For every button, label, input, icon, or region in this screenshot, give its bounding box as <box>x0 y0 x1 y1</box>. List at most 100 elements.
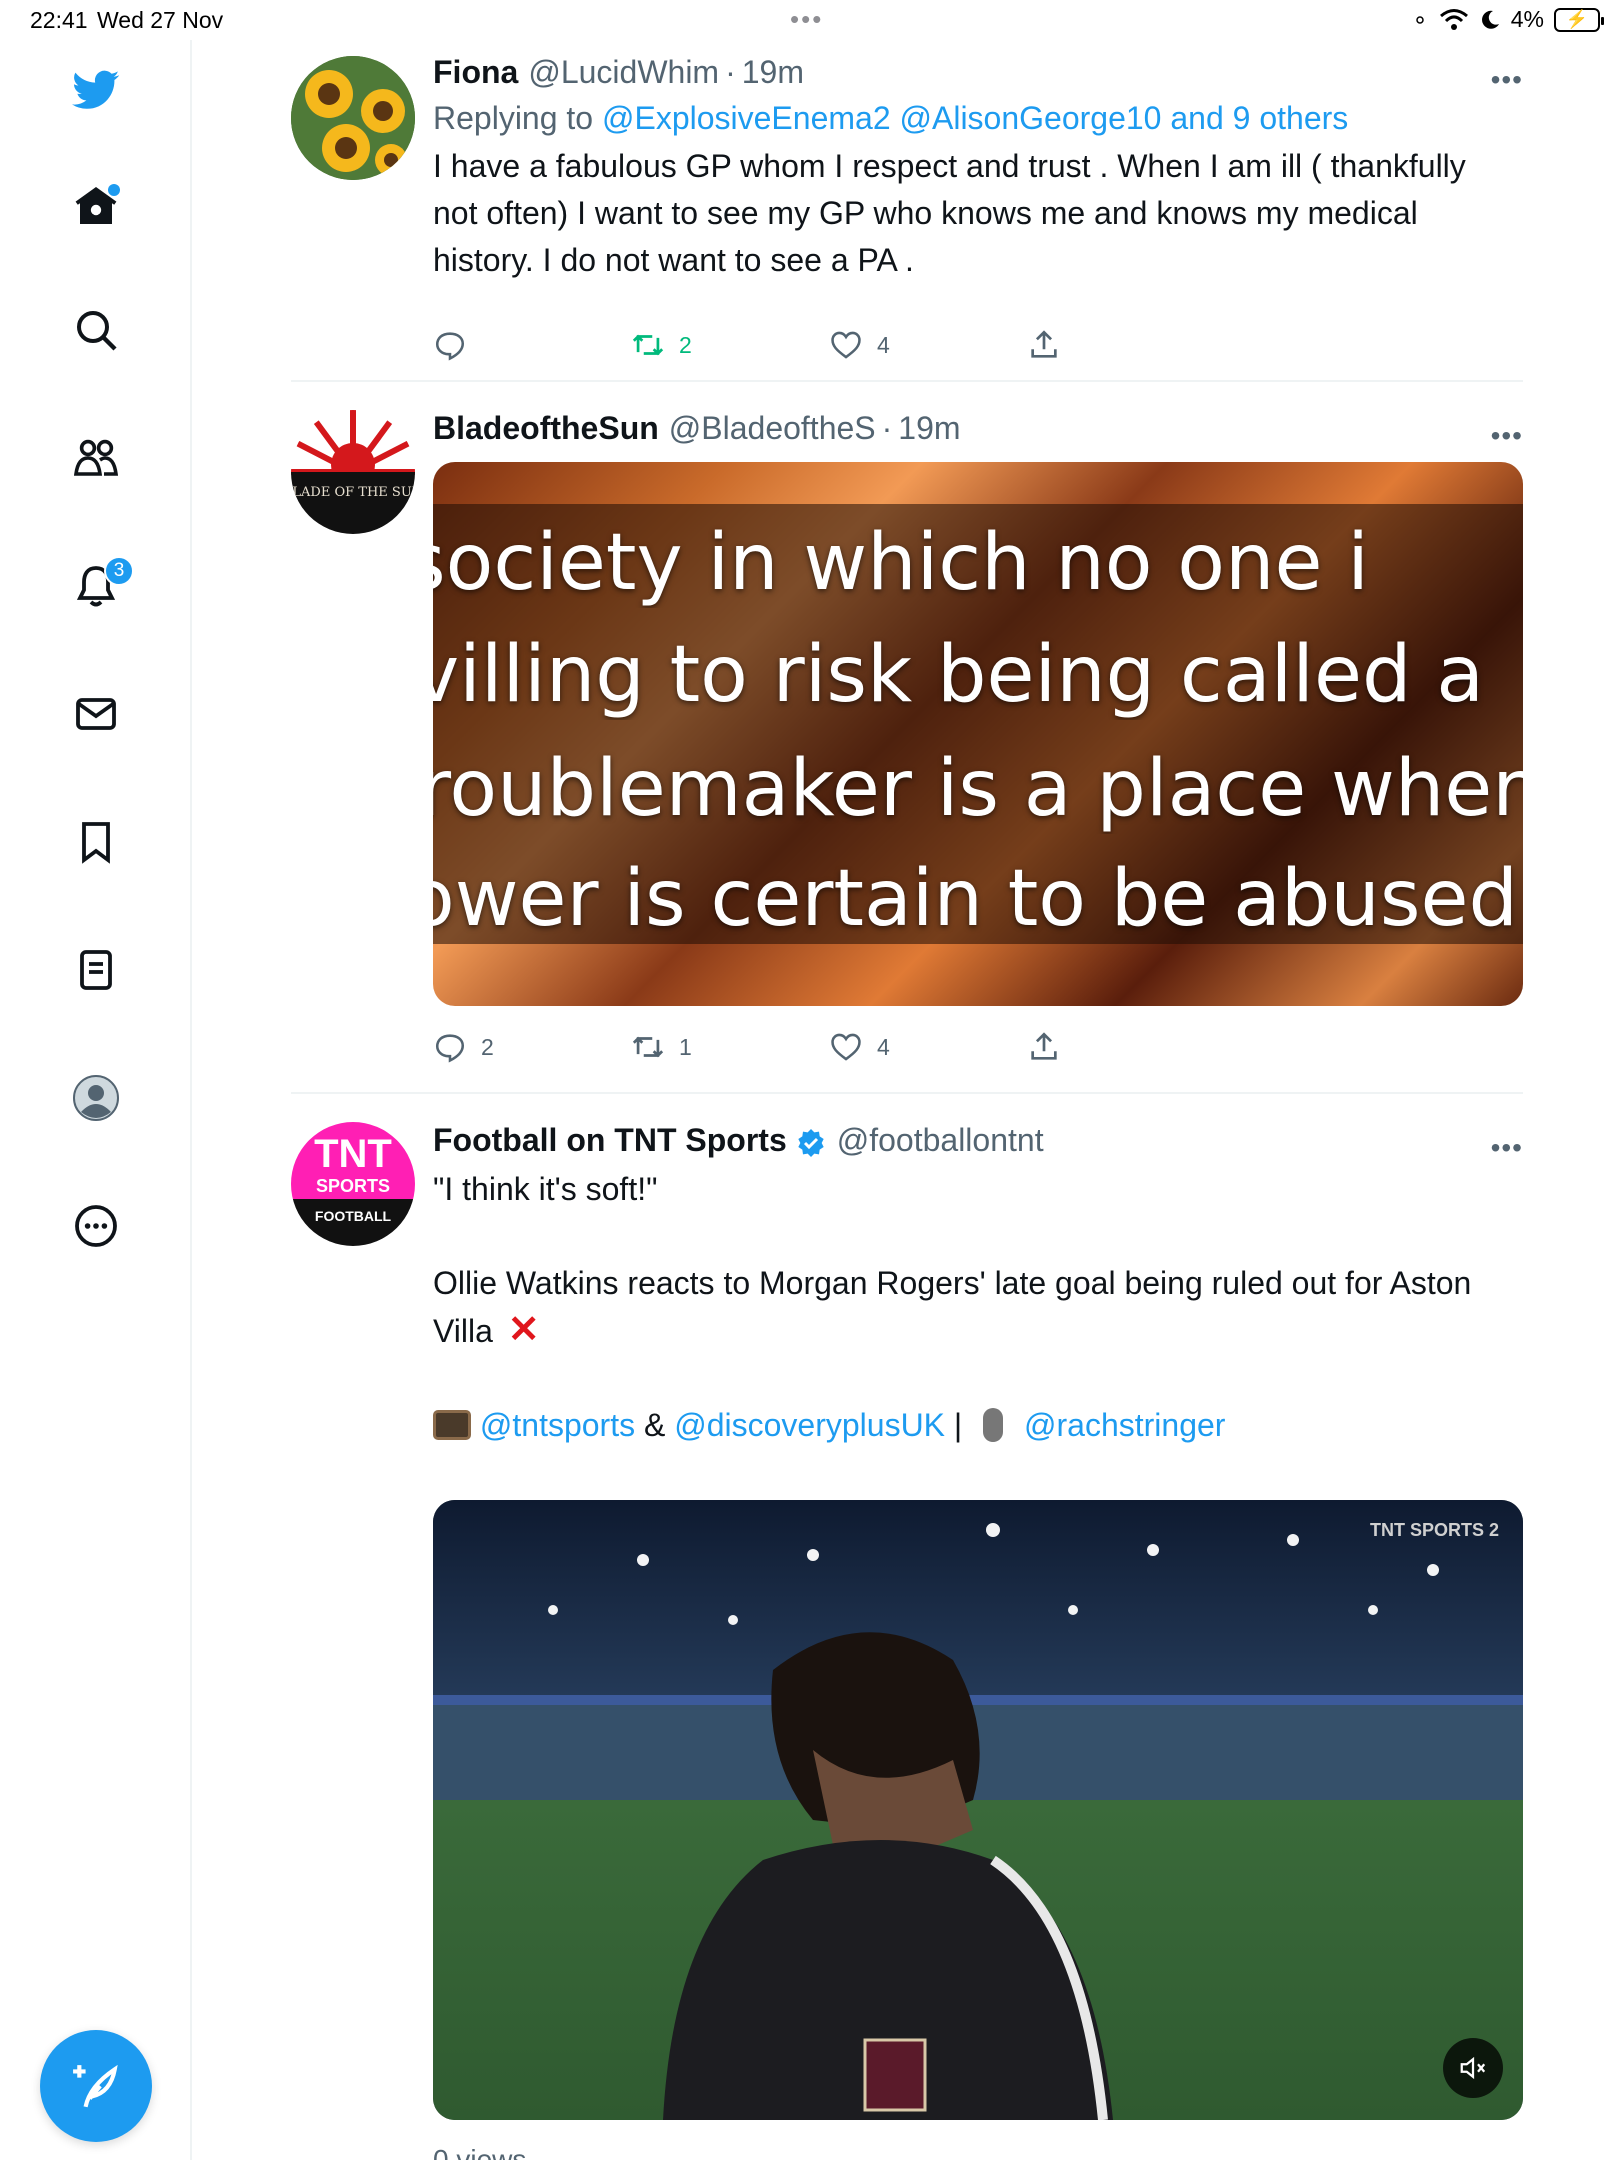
rising-sun-avatar-image: BLADE OF THE SUN <box>291 410 415 534</box>
nav-profile[interactable] <box>60 1062 132 1134</box>
home-unread-dot <box>108 184 120 196</box>
image-quote-line: ower is certain to be abused <box>433 854 1518 944</box>
nav-home[interactable] <box>60 170 132 242</box>
brightness-icon <box>1416 15 1424 24</box>
mention-discoveryplus[interactable]: @discoveryplusUK <box>674 1407 945 1443</box>
do-not-disturb-moon-icon <box>1481 10 1499 29</box>
mail-icon <box>76 698 116 730</box>
tweet-fiona[interactable]: Fiona @LucidWhim · 19m ••• Replying to @… <box>291 54 1523 384</box>
mention-tntsports[interactable]: @tntsports <box>480 1407 635 1443</box>
reply-icon <box>435 1034 465 1063</box>
compose-feather-icon <box>73 2064 118 2108</box>
tweet-actions: 2 1 4 <box>433 1022 1133 1072</box>
author-name[interactable]: BladeoftheSun <box>433 410 659 447</box>
more-options-icon[interactable]: ••• <box>1491 1132 1523 1164</box>
more-circle-icon <box>75 1205 117 1247</box>
bookmark-icon <box>82 822 110 864</box>
reply-button[interactable] <box>433 328 467 362</box>
avatar[interactable]: TNT SPORTS FOOTBALL <box>291 1122 415 1246</box>
retweet-button[interactable]: 1 <box>631 1030 692 1064</box>
tweet-footballontnt[interactable]: TNT SPORTS FOOTBALL Football on TNT Spor… <box>291 1122 1523 2160</box>
replying-to-users[interactable]: @ExplosiveEnema2 @AlisonGeorge10 and 9 o… <box>602 100 1348 136</box>
avatar[interactable] <box>291 56 415 180</box>
status-time: 22:41 <box>30 7 88 33</box>
communities-icon <box>73 439 119 476</box>
profile-avatar-icon <box>73 1075 119 1121</box>
replying-to: Replying to @ExplosiveEnema2 @AlisonGeor… <box>433 100 1349 136</box>
tweet-divider <box>291 1092 1523 1094</box>
retweet-count: 2 <box>679 331 692 358</box>
tweet-time[interactable]: 19m <box>742 54 804 91</box>
tv-icon <box>433 1410 471 1440</box>
nav-lists[interactable] <box>60 934 132 1006</box>
share-button[interactable] <box>1027 328 1061 362</box>
retweet-count: 1 <box>679 1033 692 1060</box>
share-icon <box>1031 330 1057 358</box>
lists-icon <box>80 950 112 990</box>
video-watermark: TNT SPORTS 2 <box>1369 1520 1499 1540</box>
heart-icon <box>831 1033 861 1061</box>
tweet-bladeofthesun[interactable]: BLADE OF THE SUN BladeoftheSun @Bladeoft… <box>291 410 1523 1100</box>
speaker-muted-icon <box>1460 2056 1486 2080</box>
author-name[interactable]: Football on TNT Sports <box>433 1122 787 1159</box>
wifi-icon <box>1439 8 1468 30</box>
tweet-quote-line: "I think it's soft!" <box>433 1171 658 1207</box>
heart-icon <box>831 331 861 359</box>
share-button[interactable] <box>1027 1030 1061 1064</box>
multitasking-dots-icon[interactable]: ••• <box>790 4 823 35</box>
like-button[interactable]: 4 <box>829 328 890 362</box>
status-bar: 22:41 Wed 27 Nov ••• 4% ⚡ <box>0 0 1620 40</box>
nav-bookmarks[interactable] <box>60 806 132 878</box>
tweet-header: Fiona @LucidWhim · 19m <box>433 54 804 91</box>
sidebar-nav: 3 <box>0 40 192 2160</box>
tweet-header: Football on TNT Sports @footballontnt <box>433 1122 1523 1164</box>
tweet-text: Ollie Watkins reacts to Morgan Rogers' l… <box>433 1265 1472 1349</box>
view-count: 0 views <box>433 2144 527 2160</box>
retweet-button[interactable]: 2 <box>631 328 692 362</box>
tweet-text-line: Ollie Watkins reacts to Morgan Rogers' l… <box>433 1260 1493 1355</box>
mute-button[interactable] <box>1443 2038 1503 2098</box>
tweet-video[interactable]: TNT SPORTS 2 <box>433 1500 1523 2120</box>
status-indicators: 4% ⚡ <box>1411 6 1604 33</box>
more-options-icon[interactable]: ••• <box>1491 64 1523 96</box>
mention-rachstringer[interactable]: @rachstringer <box>1024 1407 1225 1443</box>
avatar-logo-text: BLADE OF THE SUN <box>291 485 415 500</box>
tweet-divider <box>291 380 1523 382</box>
tweet-header: BladeoftheSun @BladeoftheS · 19m <box>433 410 961 447</box>
like-count: 4 <box>877 1033 890 1060</box>
nav-more[interactable] <box>60 1190 132 1262</box>
tweet-credits: @tntsports & @discoveryplusUK | @rachstr… <box>433 1402 1523 1449</box>
battery-percent: 4% <box>1510 6 1544 32</box>
red-cross-icon: ✕ <box>507 1309 540 1351</box>
image-quote-line: society in which no one i <box>433 518 1369 608</box>
nav-messages[interactable] <box>60 678 132 750</box>
nav-notifications[interactable]: 3 <box>60 550 134 622</box>
twitter-logo-icon[interactable] <box>60 54 132 126</box>
author-handle[interactable]: @footballontnt <box>837 1122 1044 1159</box>
verified-badge-icon <box>798 1129 824 1157</box>
author-handle[interactable]: @BladeoftheS <box>669 410 876 447</box>
credit-separator: | <box>953 1407 963 1443</box>
image-quote-line: villing to risk being called a <box>433 630 1485 720</box>
author-name[interactable]: Fiona <box>433 54 518 91</box>
tweet-time[interactable]: 19m <box>898 410 960 447</box>
reply-icon <box>435 332 465 361</box>
avatar-logo-sports: SPORTS <box>315 1176 390 1196</box>
more-options-icon[interactable]: ••• <box>1491 420 1523 452</box>
tweet-image[interactable]: society in which no one i villing to ris… <box>433 462 1523 1006</box>
like-button[interactable]: 4 <box>829 1030 890 1064</box>
compose-tweet-button[interactable] <box>40 2030 152 2142</box>
tweet-text: I have a fabulous GP whom I respect and … <box>433 148 1466 278</box>
notifications-badge: 3 <box>104 556 134 586</box>
share-icon <box>1031 1032 1057 1060</box>
reply-button[interactable]: 2 <box>433 1030 494 1064</box>
search-icon <box>77 311 117 351</box>
image-quote-line: roublemaker is a place wher <box>433 744 1523 834</box>
tweet-actions: 2 4 <box>433 320 1133 370</box>
nav-explore[interactable] <box>60 294 132 366</box>
nav-communities[interactable] <box>60 422 132 494</box>
avatar[interactable]: BLADE OF THE SUN <box>291 410 415 534</box>
status-date: Wed 27 Nov <box>97 7 224 33</box>
avatar-logo-tnt: TNT <box>314 1132 392 1176</box>
author-handle[interactable]: @LucidWhim <box>528 54 719 91</box>
